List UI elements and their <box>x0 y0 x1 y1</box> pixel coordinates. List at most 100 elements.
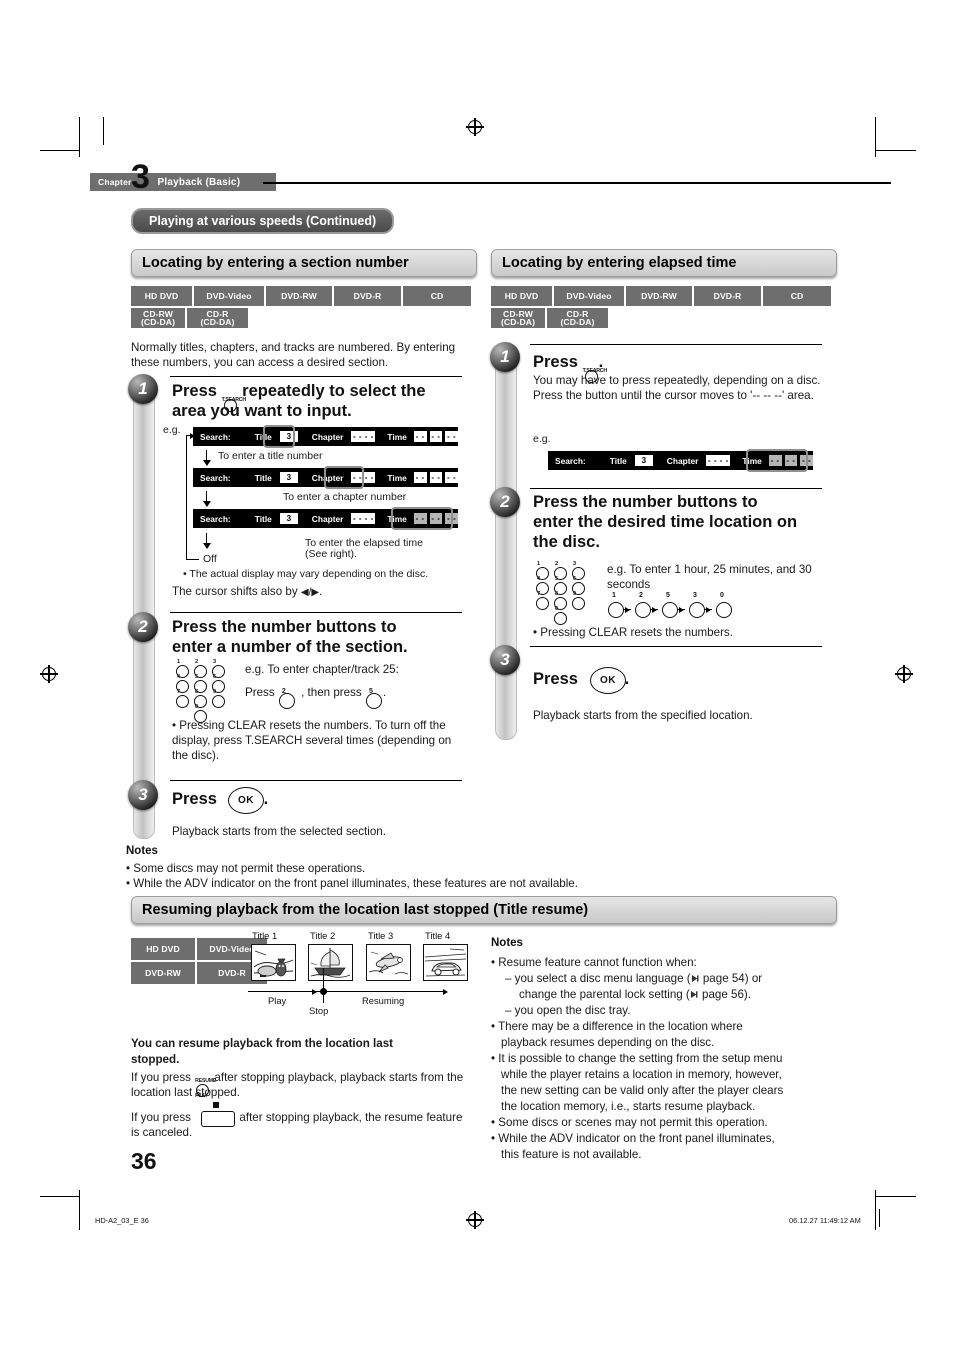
keypad-r-key-7[interactable] <box>536 597 549 610</box>
stop-button-icon[interactable] <box>201 1111 235 1127</box>
tsearch-button-icon-1[interactable] <box>223 399 237 412</box>
chapter-title: Playback (Basic) <box>157 176 241 188</box>
resume-play-label: Play <box>268 995 287 1006</box>
resume-notes-heading: Notes <box>491 937 523 949</box>
badge-hd-dvd-right: HD DVD <box>491 286 552 306</box>
resume-note-5: • There may be a difference in the locat… <box>491 1020 743 1033</box>
badge-resume-dvd-rw: DVD-RW <box>131 962 195 984</box>
title-1-thumbnail <box>251 944 296 981</box>
keypad-num-2: 2 <box>195 659 199 665</box>
seq-key-3[interactable] <box>662 602 678 618</box>
disc-badges-left: HD DVD DVD-Video DVD-RW DVD-R CD CD-RW (… <box>131 286 479 328</box>
footer-right-rule <box>879 1209 881 1227</box>
osd-caption-2: To enter a chapter number <box>283 491 407 503</box>
osd3-time-label: Time <box>387 513 407 524</box>
resume-stop-label: Stop <box>309 1005 329 1016</box>
step2r-title-part-c: the disc. <box>533 533 600 551</box>
resume-note-4: – you open the disc tray. <box>505 1004 631 1017</box>
seq-key-5[interactable] <box>716 602 732 618</box>
osd2-time-label: Time <box>387 472 407 483</box>
step3-press-word-left: Press <box>172 790 217 808</box>
osd1-title-label: Title <box>254 431 272 442</box>
step1-rule-left <box>170 376 462 378</box>
resume-heading-a: You can resume playback from the locatio… <box>131 1037 394 1050</box>
ok-button-right[interactable]: OK <box>590 667 626 694</box>
step-badge-1-right: 1 <box>490 342 520 372</box>
ok-button-label-left: OK <box>238 795 254 806</box>
osd1-search-label: Search: <box>200 431 231 442</box>
seq-key-2[interactable] <box>635 602 651 618</box>
resume-note-10: the location memory, i.e., starts resume… <box>501 1100 756 1113</box>
osd-caption-3b: (See right). <box>305 548 357 560</box>
keypad-r-key-0[interactable] <box>554 612 567 625</box>
step1-title-part-c: area you want to input. <box>172 402 352 420</box>
keypad-key-9[interactable] <box>212 695 225 708</box>
resume-p1-text-a: If you press <box>131 1071 191 1084</box>
seq-line-1 <box>623 609 631 611</box>
step1-rule-right <box>530 344 822 346</box>
step2-eg-left: e.g. To enter chapter/track 25: <box>245 663 399 676</box>
resume-paragraph-2: If you press after stopping playback, th… <box>131 1110 471 1140</box>
resume-note-13: this feature is not available. <box>501 1148 642 1161</box>
number-keypad-right[interactable]: 1 2 3 4 5 6 7 8 9 0 <box>536 561 594 625</box>
resume-p2-text-b: after stopping playback, the resume <box>239 1111 424 1124</box>
seq-line-2 <box>650 609 658 611</box>
resume-heading-b: stopped. <box>131 1053 180 1066</box>
title-4-label: Title 4 <box>425 930 451 941</box>
disc-badges-right: HD DVD DVD-Video DVD-RW DVD-R CD CD-RW (… <box>491 286 839 328</box>
resume-note-11: • Some discs or scenes may not permit th… <box>491 1116 768 1129</box>
resume-note-3-page: page 56). <box>698 988 752 1001</box>
title-1-label: Title 1 <box>252 930 278 941</box>
osdr-chapter-label: Chapter <box>666 455 699 466</box>
crop-mark-tl2 <box>103 117 105 145</box>
manual-page: Chapter Playback (Basic) 3 Playing at va… <box>0 0 954 1351</box>
crop-mark-br-h <box>876 1196 916 1198</box>
badge-cd-r: CD-R (CD-DA) <box>187 308 248 328</box>
osd-flow-left-vline <box>186 435 188 560</box>
page-number: 36 <box>131 1148 157 1174</box>
seq-key-4[interactable] <box>689 602 705 618</box>
keypad-num-0: 0 <box>195 704 199 710</box>
ok-button-left[interactable]: OK <box>228 787 264 814</box>
osd1-time-h: - - <box>413 431 427 442</box>
osd-bar-3: Search: Title 3 Chapter - - - - Time - -… <box>193 509 459 528</box>
keypad-r-num-1: 1 <box>537 561 541 567</box>
section-header-title-resume: Resuming playback from the location last… <box>131 896 837 924</box>
osd2-title-label: Title <box>254 472 272 483</box>
osdr-time-s: - - <box>800 455 814 466</box>
step2-press-period: . <box>382 686 387 699</box>
keypad-r-num-4: 4 <box>537 576 541 582</box>
crop-mark-bl-h <box>40 1196 80 1198</box>
keypad-num-5: 5 <box>195 674 199 680</box>
osd-flow-bottom-hline <box>186 559 199 561</box>
keypad-r-num-7: 7 <box>537 591 541 597</box>
keypad-key-7[interactable] <box>176 695 189 708</box>
title-2-label: Title 2 <box>310 930 336 941</box>
badge-cd: CD <box>403 286 471 306</box>
step2-press-word-a: Press <box>245 686 275 699</box>
ok-button-label-right: OK <box>600 675 616 686</box>
cursor-shift-text: The cursor shifts also by <box>172 585 298 598</box>
keypad-r-num-5: 5 <box>555 576 559 582</box>
resume-stop-dot <box>320 988 327 995</box>
osd-bar-1: Search: Title 3 Chapter - - - - Time - -… <box>193 427 459 446</box>
osd2-chapter-value: - - - - <box>351 472 376 483</box>
seq-key-1[interactable] <box>608 602 624 618</box>
step-badge-1-left: 1 <box>128 374 158 404</box>
step2-key-second[interactable] <box>365 693 382 709</box>
chapter-number: 3 <box>131 158 150 196</box>
resume-paragraph-1: If you press RESUME PLAY after stopping p… <box>131 1070 471 1100</box>
badge-dvd-rw: DVD-RW <box>266 286 332 306</box>
step2r-title-part-b: enter the desired time location on <box>533 513 798 531</box>
badge-dvd-r-right: DVD-R <box>694 286 761 306</box>
number-keypad-left[interactable]: 1 2 3 4 5 6 7 8 9 0 <box>176 659 234 723</box>
keypad-r-key-9[interactable] <box>572 597 585 610</box>
osd3-chapter-label: Chapter <box>311 513 344 524</box>
badge-dvd-rw-right: DVD-RW <box>626 286 692 306</box>
osdr-chapter-value: - - - - <box>706 455 731 466</box>
step2-key-first[interactable] <box>278 693 295 709</box>
section-header-locating-elapsed-time: Locating by entering elapsed time <box>491 249 837 277</box>
title-2-thumbnail <box>308 944 353 981</box>
osd2-time-m: - - <box>429 472 443 483</box>
left-right-arrow-icon: ◀/▶ <box>300 587 320 598</box>
